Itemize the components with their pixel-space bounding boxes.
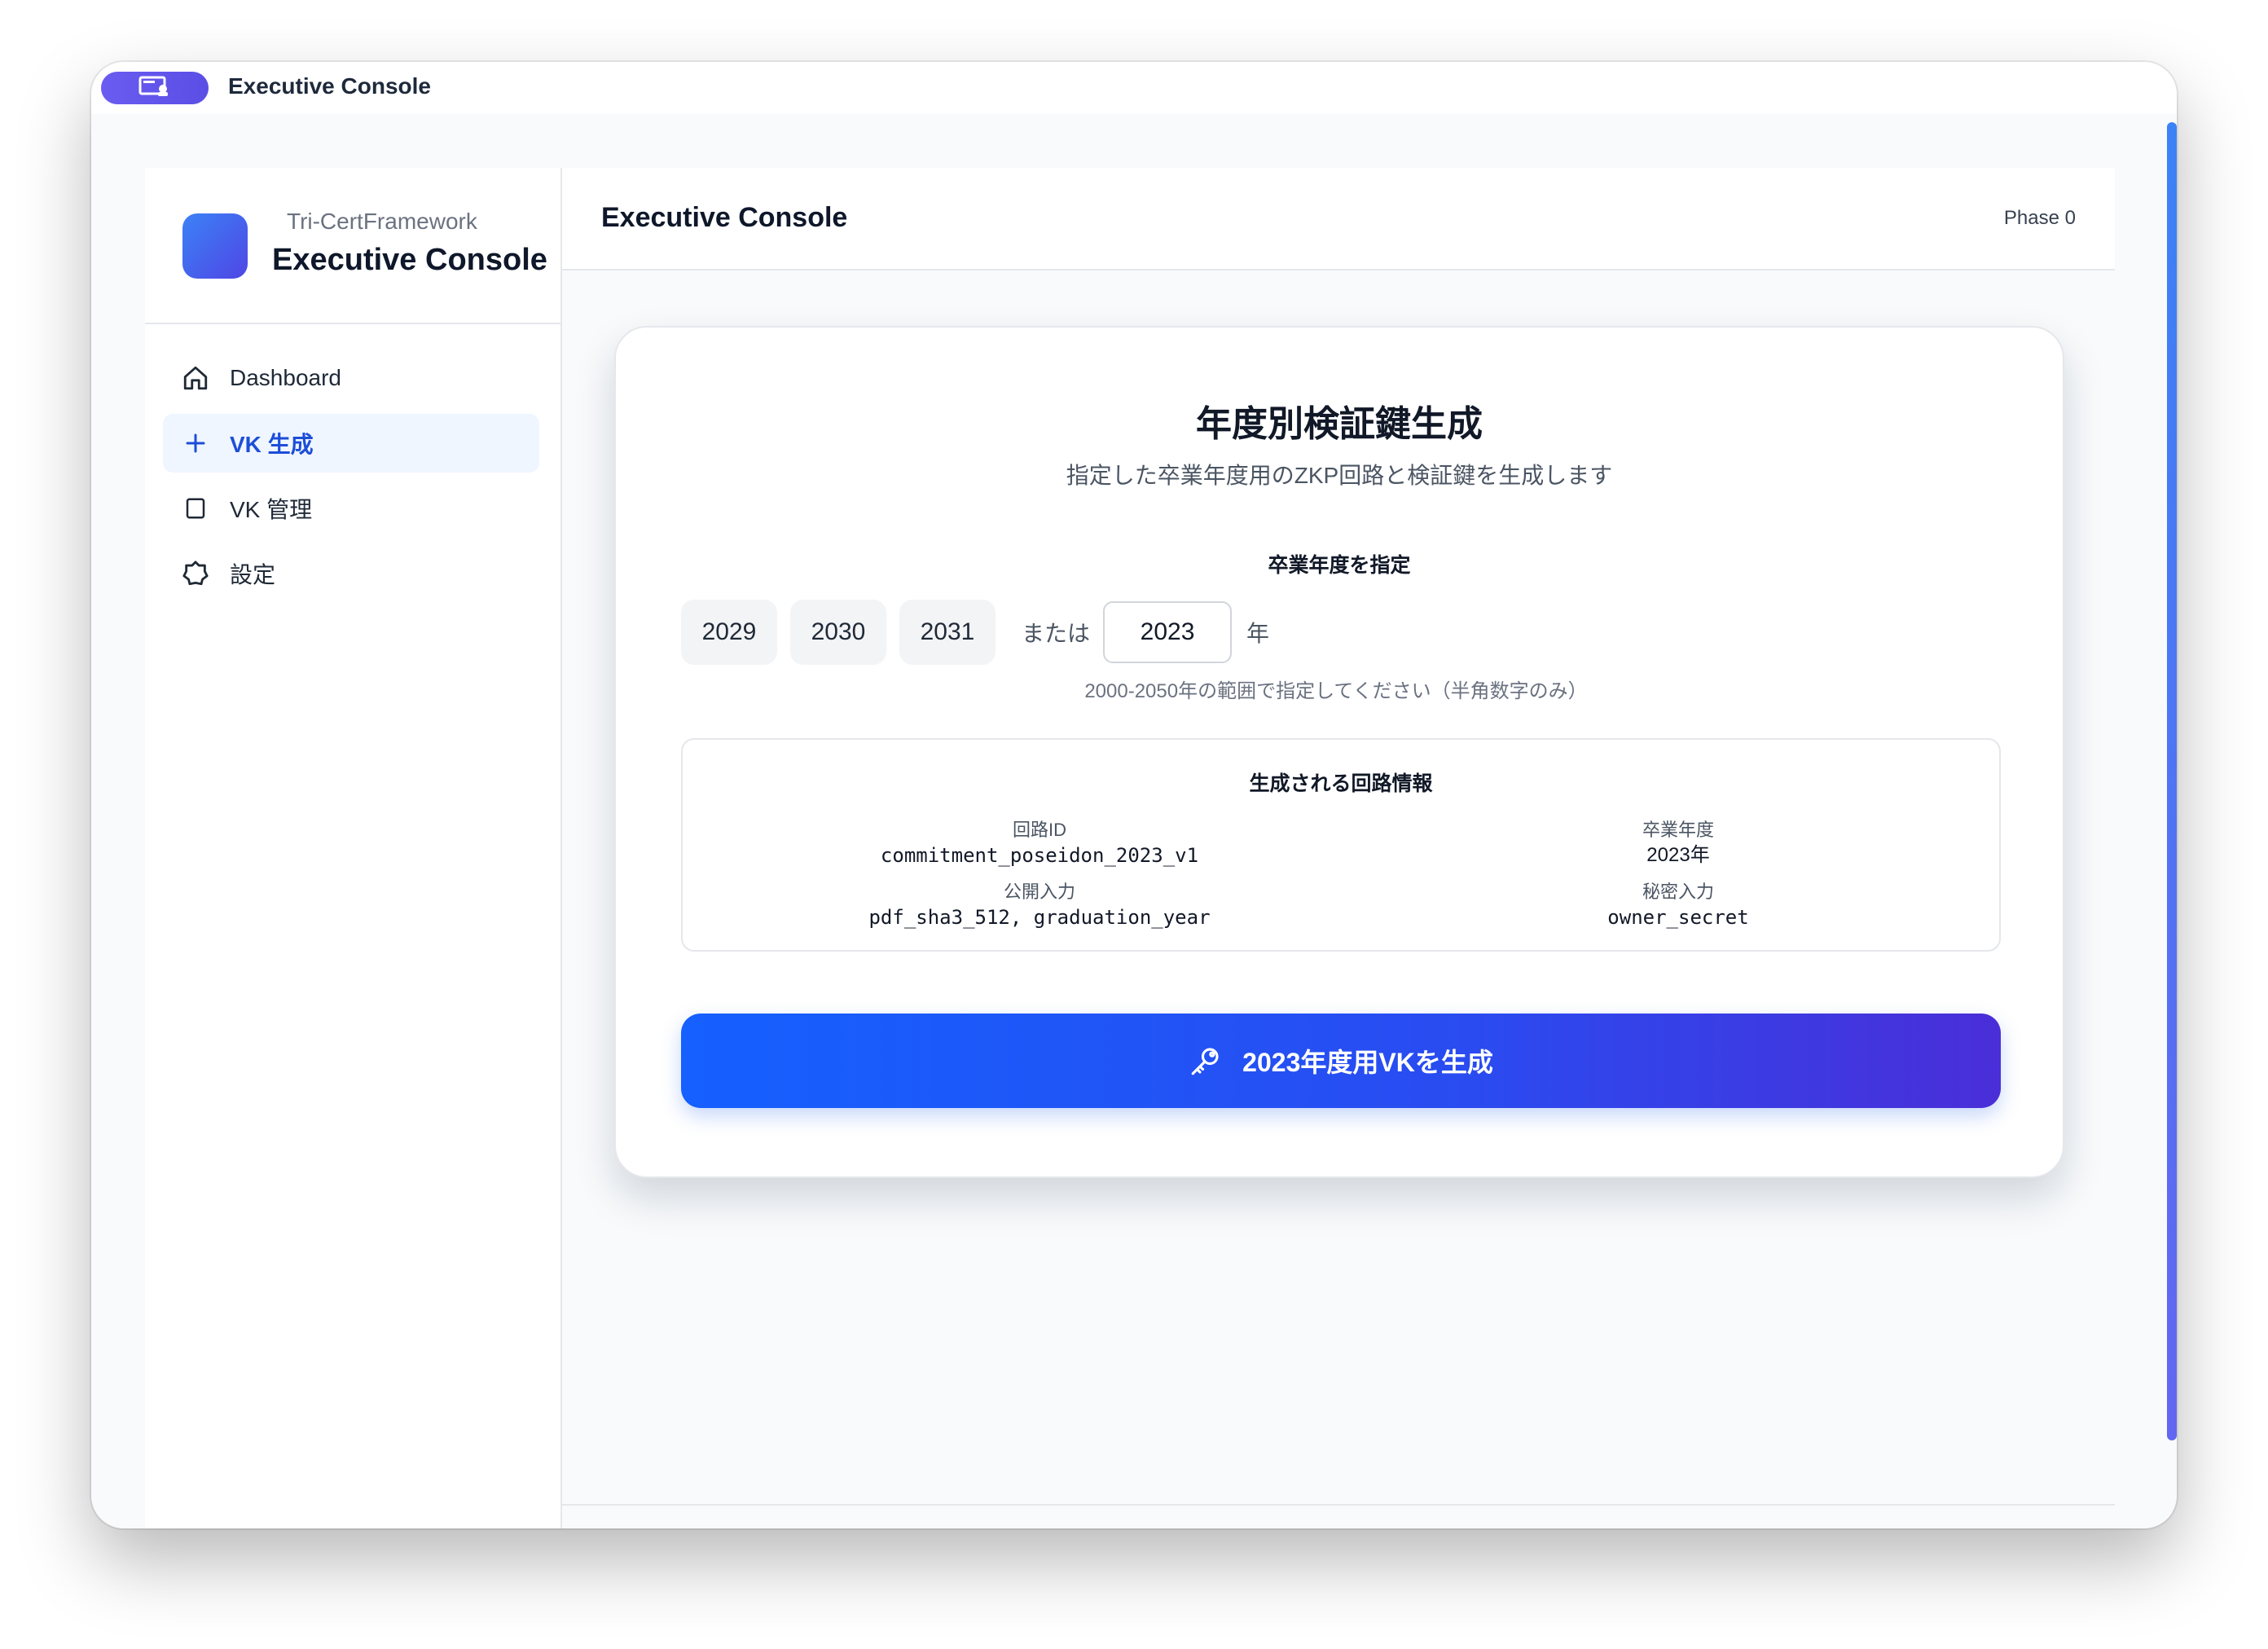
circuit-id-value: commitment_poseidon_2023_v1: [880, 844, 1199, 867]
year-option-2031[interactable]: 2031: [899, 600, 996, 665]
app-window: Executive Console Tri-CertFramework Exec…: [91, 62, 2177, 1528]
main-content: Executive Console Phase 0 年度別検証鍵生成 指定した卒…: [562, 168, 2115, 1528]
app-window-icon: [138, 76, 171, 101]
title-bar: Executive Console: [91, 62, 2177, 114]
sidebar-item-label: VK 管理: [230, 497, 313, 522]
year-hint: 2000-2050年の範囲で指定してください（半角数字のみ）: [616, 675, 2066, 703]
footer-divider: [562, 1504, 2115, 1506]
circuit-info-box: 生成される回路情報 回路ID commitment_poseidon_2023_…: [681, 738, 2001, 952]
brand-subtitle: Tri-CertFramework: [287, 209, 477, 234]
sidebar-item-settings[interactable]: 設定: [163, 544, 539, 603]
or-label: または: [1022, 621, 1091, 646]
window-title: Executive Console: [228, 73, 431, 99]
generate-vk-label: 2023年度用VKを生成: [1242, 1048, 1493, 1077]
card-subtitle: 指定した卒業年度用のZKP回路と検証鍵を生成します: [1066, 463, 1613, 488]
sidebar: Tri-CertFramework Executive Console Dash…: [145, 168, 562, 1528]
app-switcher-button[interactable]: [101, 72, 209, 104]
sidebar-item-vk-manage[interactable]: VK 管理: [163, 479, 539, 538]
brand-title: Executive Console: [272, 243, 547, 277]
circuit-info-title: 生成される回路情報: [1249, 772, 1433, 795]
plus-icon: [181, 429, 210, 458]
circuit-id-field: 回路ID commitment_poseidon_2023_v1: [795, 818, 1284, 868]
grad-year-label: 卒業年度: [1642, 820, 1714, 840]
sidebar-item-label: Dashboard: [230, 365, 341, 390]
circuit-id-label: 回路ID: [1012, 820, 1066, 840]
year-input[interactable]: [1103, 601, 1233, 663]
generate-vk-button[interactable]: 2023年度用VKを生成: [681, 1014, 2001, 1108]
grad-year-field: 卒業年度 2023年: [1434, 818, 1923, 868]
card-title: 年度別検証鍵生成: [1196, 404, 1483, 444]
public-input-label: 公開入力: [1003, 882, 1075, 902]
sidebar-item-vk-generate[interactable]: VK 生成: [163, 414, 539, 473]
scrollbar[interactable]: [2167, 122, 2177, 1440]
sidebar-item-dashboard[interactable]: Dashboard: [163, 349, 539, 407]
square-icon: [181, 494, 210, 523]
brand-logo: [182, 213, 248, 279]
grad-year-value: 2023年: [1646, 844, 1710, 866]
key-icon: [1189, 1044, 1223, 1078]
phase-label: Phase 0: [2003, 207, 2076, 229]
sidebar-nav: Dashboard VK 生成 VK 管理 設定: [163, 349, 539, 609]
year-suffix: 年: [1246, 621, 1270, 646]
sidebar-item-label: VK 生成: [230, 432, 314, 457]
secret-input-value: owner_secret: [1607, 906, 1749, 929]
year-hint-text: 2000-2050年の範囲で指定してください（半角数字のみ）: [1084, 680, 1588, 702]
year-option-2029[interactable]: 2029: [681, 600, 777, 665]
brand: Tri-CertFramework Executive Console: [145, 168, 560, 324]
main-header: Executive Console Phase 0: [562, 168, 2115, 270]
sidebar-item-label: 設定: [230, 562, 276, 587]
page-title: Executive Console: [601, 202, 848, 233]
year-select-label: 卒業年度を指定: [1268, 554, 1411, 577]
public-input-value: pdf_sha3_512, graduation_year: [868, 906, 1211, 929]
vk-generation-card: 年度別検証鍵生成 指定した卒業年度用のZKP回路と検証鍵を生成します 卒業年度を…: [614, 326, 2064, 1178]
secret-input-label: 秘密入力: [1642, 882, 1714, 902]
home-icon: [181, 363, 210, 393]
year-option-2030[interactable]: 2030: [790, 600, 886, 665]
public-input-field: 公開入力 pdf_sha3_512, graduation_year: [795, 880, 1284, 930]
gear-icon: [181, 559, 210, 588]
secret-input-field: 秘密入力 owner_secret: [1434, 880, 1923, 930]
year-selector: 2029 2030 2031 または 年: [681, 600, 1269, 665]
